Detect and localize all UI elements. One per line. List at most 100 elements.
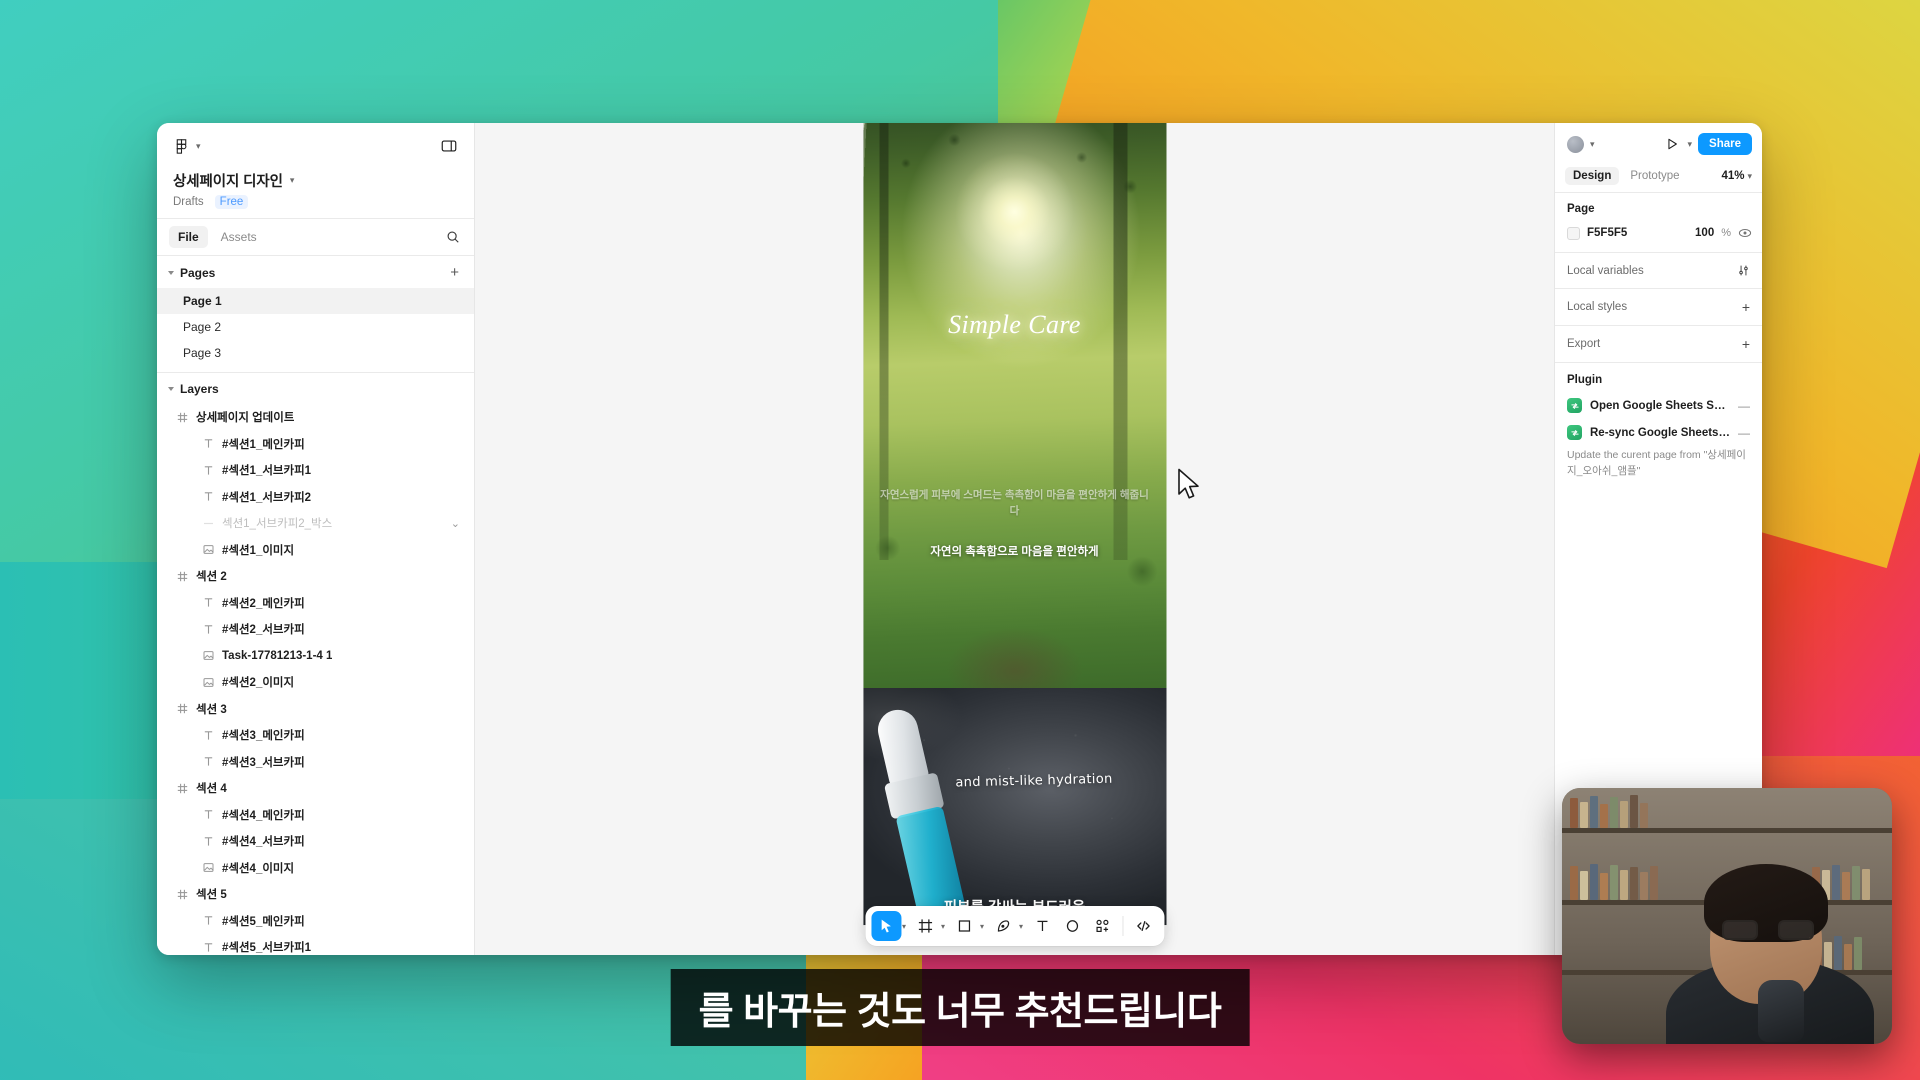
move-tool-button[interactable] xyxy=(870,911,901,941)
layer-row[interactable]: 섹션 4 xyxy=(157,775,474,802)
page-item-1[interactable]: Page 1 xyxy=(157,288,474,314)
layer-row[interactable]: #섹션5_서브카피1 xyxy=(157,934,474,955)
layer-row[interactable]: #섹션1_메인카피 xyxy=(157,431,474,458)
layers-section-header[interactable]: Layers xyxy=(157,373,474,404)
panel-toggle-icon[interactable] xyxy=(440,137,458,155)
tab-prototype[interactable]: Prototype xyxy=(1622,167,1687,185)
figma-menu-button[interactable]: ▾ xyxy=(173,138,201,155)
plus-icon[interactable]: + xyxy=(1742,337,1750,351)
layer-row[interactable]: 섹션 5 xyxy=(157,881,474,908)
books-row xyxy=(1570,794,1648,828)
text-tool-button[interactable] xyxy=(1027,911,1057,941)
layer-row[interactable]: #섹션4_서브카피 xyxy=(157,828,474,855)
row-local-styles[interactable]: Local styles + xyxy=(1555,288,1762,325)
layer-row[interactable]: #섹션2_이미지 xyxy=(157,669,474,696)
components-tool-button[interactable] xyxy=(1087,911,1117,941)
layer-row[interactable]: #섹션2_메인카피 xyxy=(157,590,474,617)
search-icon[interactable] xyxy=(446,230,460,244)
ellipse-icon xyxy=(1066,920,1078,932)
canvas-area[interactable]: Simple Care 자연스럽게 피부에 스며드는 촉촉함이 마음을 편안하게… xyxy=(475,123,1554,955)
page-fill-hex[interactable]: F5F5F5 xyxy=(1587,227,1627,239)
play-icon xyxy=(1667,138,1677,150)
layer-row[interactable]: Task-17781213-1-4 1 xyxy=(157,643,474,670)
dev-mode-tool-button[interactable] xyxy=(1128,911,1158,941)
pen-tool-chevron-down-icon[interactable]: ▾ xyxy=(1018,922,1027,931)
layer-name: #섹션4_메인카피 xyxy=(222,809,305,822)
layer-row[interactable]: 섹션 2 xyxy=(157,563,474,590)
text-icon xyxy=(204,942,213,952)
plugin-name: Re-sync Google Sheets Da... xyxy=(1590,426,1730,439)
frame-tool-chevron-down-icon[interactable]: ▾ xyxy=(940,922,949,931)
rectangle-tool-button[interactable] xyxy=(949,911,979,941)
ellipse-tool-button[interactable] xyxy=(1057,911,1087,941)
sliders-icon[interactable] xyxy=(1737,264,1750,277)
page-fill-row[interactable]: F5F5F5 100 % xyxy=(1555,222,1762,252)
layer-row[interactable]: #섹션1_서브카피2 xyxy=(157,484,474,511)
zoom-chevron-down-icon[interactable]: ▾ xyxy=(1747,171,1752,181)
text-icon xyxy=(204,757,213,766)
layer-row[interactable]: #섹션1_이미지 xyxy=(157,537,474,564)
layer-name: 섹션 5 xyxy=(196,889,227,902)
pages-section-header[interactable]: Pages + xyxy=(157,256,474,288)
image-icon xyxy=(203,545,214,555)
minus-icon[interactable]: — xyxy=(1738,426,1750,440)
color-swatch[interactable] xyxy=(1567,226,1580,240)
artboard-frame[interactable]: Simple Care 자연스럽게 피부에 스며드는 촉촉함이 마음을 편안하게… xyxy=(863,123,1166,925)
layer-row[interactable]: #섹션4_이미지 xyxy=(157,855,474,882)
image-icon xyxy=(203,863,214,873)
add-page-button[interactable]: + xyxy=(450,265,459,280)
text-icon xyxy=(1037,920,1048,931)
minus-icon[interactable]: — xyxy=(1738,399,1750,413)
layer-row[interactable]: 상세페이지 업데이트 xyxy=(157,404,474,431)
tab-file[interactable]: File xyxy=(169,226,208,248)
row-export-label: Export xyxy=(1567,338,1601,350)
text-icon xyxy=(204,624,213,634)
plugin-description: Update the curent page from "상세페이지_오아쉬_앰… xyxy=(1567,449,1746,477)
layer-row[interactable]: 섹션1_서브카피2_박스 ⌄ xyxy=(157,510,474,537)
layer-row[interactable]: #섹션5_메인카피 xyxy=(157,908,474,935)
layer-name: #섹션1_이미지 xyxy=(222,544,295,557)
breadcrumb-drafts[interactable]: Drafts xyxy=(173,196,204,208)
layer-expand-chevron-icon[interactable]: ⌄ xyxy=(451,517,474,530)
chevron-down-icon[interactable]: ▾ xyxy=(1590,139,1595,149)
layer-row[interactable]: #섹션3_서브카피 xyxy=(157,749,474,776)
subtitle-caption: 를 바꾸는 것도 너무 추천드립니다 xyxy=(670,969,1250,1046)
pen-tool-button[interactable] xyxy=(988,911,1018,941)
layers-list[interactable]: 상세페이지 업데이트 #섹션1_메인카피 #섹션1_서브카피1 #섹션1_서브카피2 섹… xyxy=(157,404,474,955)
microphone xyxy=(1758,980,1804,1042)
zoom-level[interactable]: 41% xyxy=(1721,170,1744,182)
layer-name: 섹션 4 xyxy=(196,783,227,796)
layer-row[interactable]: #섹션3_메인카피 xyxy=(157,722,474,749)
pages-list: Page 1 Page 2 Page 3 xyxy=(157,288,474,366)
layer-row[interactable]: #섹션4_메인카피 xyxy=(157,802,474,829)
tab-assets[interactable]: Assets xyxy=(212,226,266,248)
share-button[interactable]: Share xyxy=(1698,133,1752,155)
avatar[interactable] xyxy=(1567,135,1584,153)
layer-row[interactable]: 섹션 3 xyxy=(157,696,474,723)
page-item-3[interactable]: Page 3 xyxy=(157,340,474,366)
figma-window: ▾ 상세페이지 디자인 ▾ Drafts Free File Assets Pa… xyxy=(157,123,1762,955)
left-panel-tabs: File Assets xyxy=(157,218,474,256)
artboard-subcopy-strong: 자연의 촉촉함으로 마음을 편안하게 xyxy=(930,546,1099,558)
rectangle-tool-chevron-down-icon[interactable]: ▾ xyxy=(979,922,988,931)
frame-tool-button[interactable] xyxy=(910,911,940,941)
move-tool-chevron-down-icon[interactable]: ▾ xyxy=(901,922,910,931)
present-options-chevron-down-icon[interactable]: ▾ xyxy=(1688,139,1693,149)
plugin-open-google-sheets-sync[interactable]: Open Google Sheets Sync — xyxy=(1555,392,1762,419)
layer-row[interactable]: #섹션1_서브카피1 xyxy=(157,457,474,484)
eye-icon[interactable] xyxy=(1738,226,1752,240)
tab-design[interactable]: Design xyxy=(1565,167,1620,185)
row-local-variables[interactable]: Local variables xyxy=(1555,252,1762,288)
layer-row[interactable]: #섹션2_서브카피 xyxy=(157,616,474,643)
pen-icon xyxy=(997,920,1009,932)
plus-icon[interactable]: + xyxy=(1742,300,1750,314)
layers-section-label: Layers xyxy=(180,382,219,396)
present-button[interactable] xyxy=(1662,134,1682,154)
artboard-section-1: Simple Care 자연스럽게 피부에 스며드는 촉촉함이 마음을 편안하게… xyxy=(863,123,1166,688)
plugin-resync-google-sheets-data[interactable]: Re-sync Google Sheets Da... — xyxy=(1555,419,1762,446)
page-item-2[interactable]: Page 2 xyxy=(157,314,474,340)
file-title-row[interactable]: 상세페이지 디자인 ▾ xyxy=(173,170,458,191)
row-export[interactable]: Export + xyxy=(1555,325,1762,362)
layer-name: 섹션1_서브카피2_박스 xyxy=(222,518,333,531)
page-fill-opacity[interactable]: 100 xyxy=(1695,227,1714,239)
